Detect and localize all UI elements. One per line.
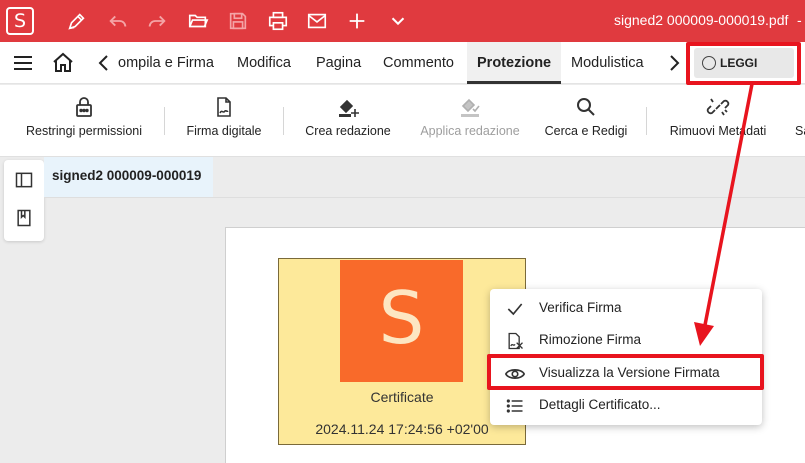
tab-pagina[interactable]: Pagina (316, 42, 361, 84)
chevron-right-icon[interactable] (662, 51, 686, 75)
redact-add-icon (335, 94, 361, 120)
truncated-ribbon-button[interactable]: Sa (792, 85, 805, 157)
tab-modifica[interactable]: Modifica (237, 42, 291, 84)
lock-icon (71, 94, 97, 120)
title-bar: S signed2 000009-000019.pdf - (0, 0, 805, 42)
side-panel-toolbar (4, 160, 44, 241)
check-icon (504, 298, 526, 320)
apply-redaction-label: Applica redazione (420, 124, 520, 138)
stamp-date: 2024.11.24 17:24:56 +02'00 (315, 421, 489, 437)
redact-apply-icon (457, 94, 483, 120)
remove-signature-icon (504, 330, 526, 352)
truncated-ribbon-label: Sa (795, 124, 805, 138)
search-icon (573, 94, 599, 120)
menu-item-remove-signature[interactable]: Rimozione Firma (490, 324, 762, 356)
print-icon[interactable] (266, 9, 290, 33)
save-icon[interactable] (226, 9, 250, 33)
menu-bar: ompila e Firma Modifica Pagina Commento … (0, 42, 805, 84)
tab-strip: ompila e Firma Modifica Pagina Commento … (118, 42, 658, 84)
ribbon-separator (646, 107, 647, 135)
list-icon (504, 395, 526, 417)
app-logo[interactable]: S (6, 7, 34, 35)
document-tab[interactable]: signed2 000009-000019 (44, 157, 213, 197)
restrict-permissions-button[interactable]: Restringi permissioni (18, 85, 150, 157)
search-and-redact-label: Cerca e Redigi (544, 124, 628, 138)
stamp-logo-letter: S (378, 276, 425, 360)
mail-icon[interactable] (305, 9, 329, 33)
search-and-redact-button[interactable]: Cerca e Redigi (540, 85, 632, 157)
stamp-logo: S (340, 260, 463, 382)
stamp-caption: Certificate (370, 389, 434, 405)
create-redaction-label: Crea redazione (305, 124, 391, 138)
menu-item-verify-signature[interactable]: Verifica Firma (490, 292, 762, 324)
document-area-divider (44, 197, 805, 198)
file-signature-icon (211, 94, 237, 120)
ribbon-separator (283, 107, 284, 135)
menu-item-label: Verifica Firma (539, 300, 622, 315)
chevron-down-icon[interactable] (386, 9, 410, 33)
menu-item-label: Rimozione Firma (539, 332, 642, 347)
menu-item-certificate-details[interactable]: Dettagli Certificato... (490, 389, 762, 421)
tab-modulistica[interactable]: Modulistica (571, 42, 644, 84)
protection-ribbon: Restringi permissioni Firma digitale Cre… (0, 85, 805, 157)
chevron-left-icon[interactable] (92, 51, 116, 75)
create-redaction-button[interactable]: Crea redazione (298, 85, 398, 157)
bookmark-icon[interactable] (12, 206, 36, 230)
document-title: signed2 000009-000019.pdf (614, 12, 789, 28)
restrict-permissions-label: Restringi permissioni (25, 124, 142, 138)
apply-redaction-button[interactable]: Applica redazione (412, 85, 528, 157)
tab-commento[interactable]: Commento (383, 42, 454, 84)
tab-protezione[interactable]: Protezione (467, 42, 562, 84)
undo-icon[interactable] (106, 9, 130, 33)
remove-metadata-label: Rimuovi Metadati (669, 124, 767, 138)
tab-compila-e-firma[interactable]: ompila e Firma (118, 42, 214, 84)
digital-signature-label: Firma digitale (186, 124, 262, 138)
redo-icon[interactable] (145, 9, 169, 33)
home-icon[interactable] (51, 51, 75, 75)
read-mode-highlight-box (686, 42, 801, 85)
remove-metadata-button[interactable]: Rimuovi Metadati (662, 85, 774, 157)
digital-signature-button[interactable]: Firma digitale (176, 85, 272, 157)
sidebar-toggle-icon[interactable] (12, 168, 36, 192)
ribbon-separator (164, 107, 165, 135)
menu-item-highlight-box (487, 354, 764, 390)
pen-icon[interactable] (65, 9, 89, 33)
unlink-icon (705, 94, 731, 120)
hamburger-menu-icon[interactable] (11, 51, 35, 75)
title-separator: - (797, 12, 802, 28)
menu-item-label: Dettagli Certificato... (539, 397, 661, 412)
folder-open-icon[interactable] (186, 9, 210, 33)
plus-icon[interactable] (345, 9, 369, 33)
